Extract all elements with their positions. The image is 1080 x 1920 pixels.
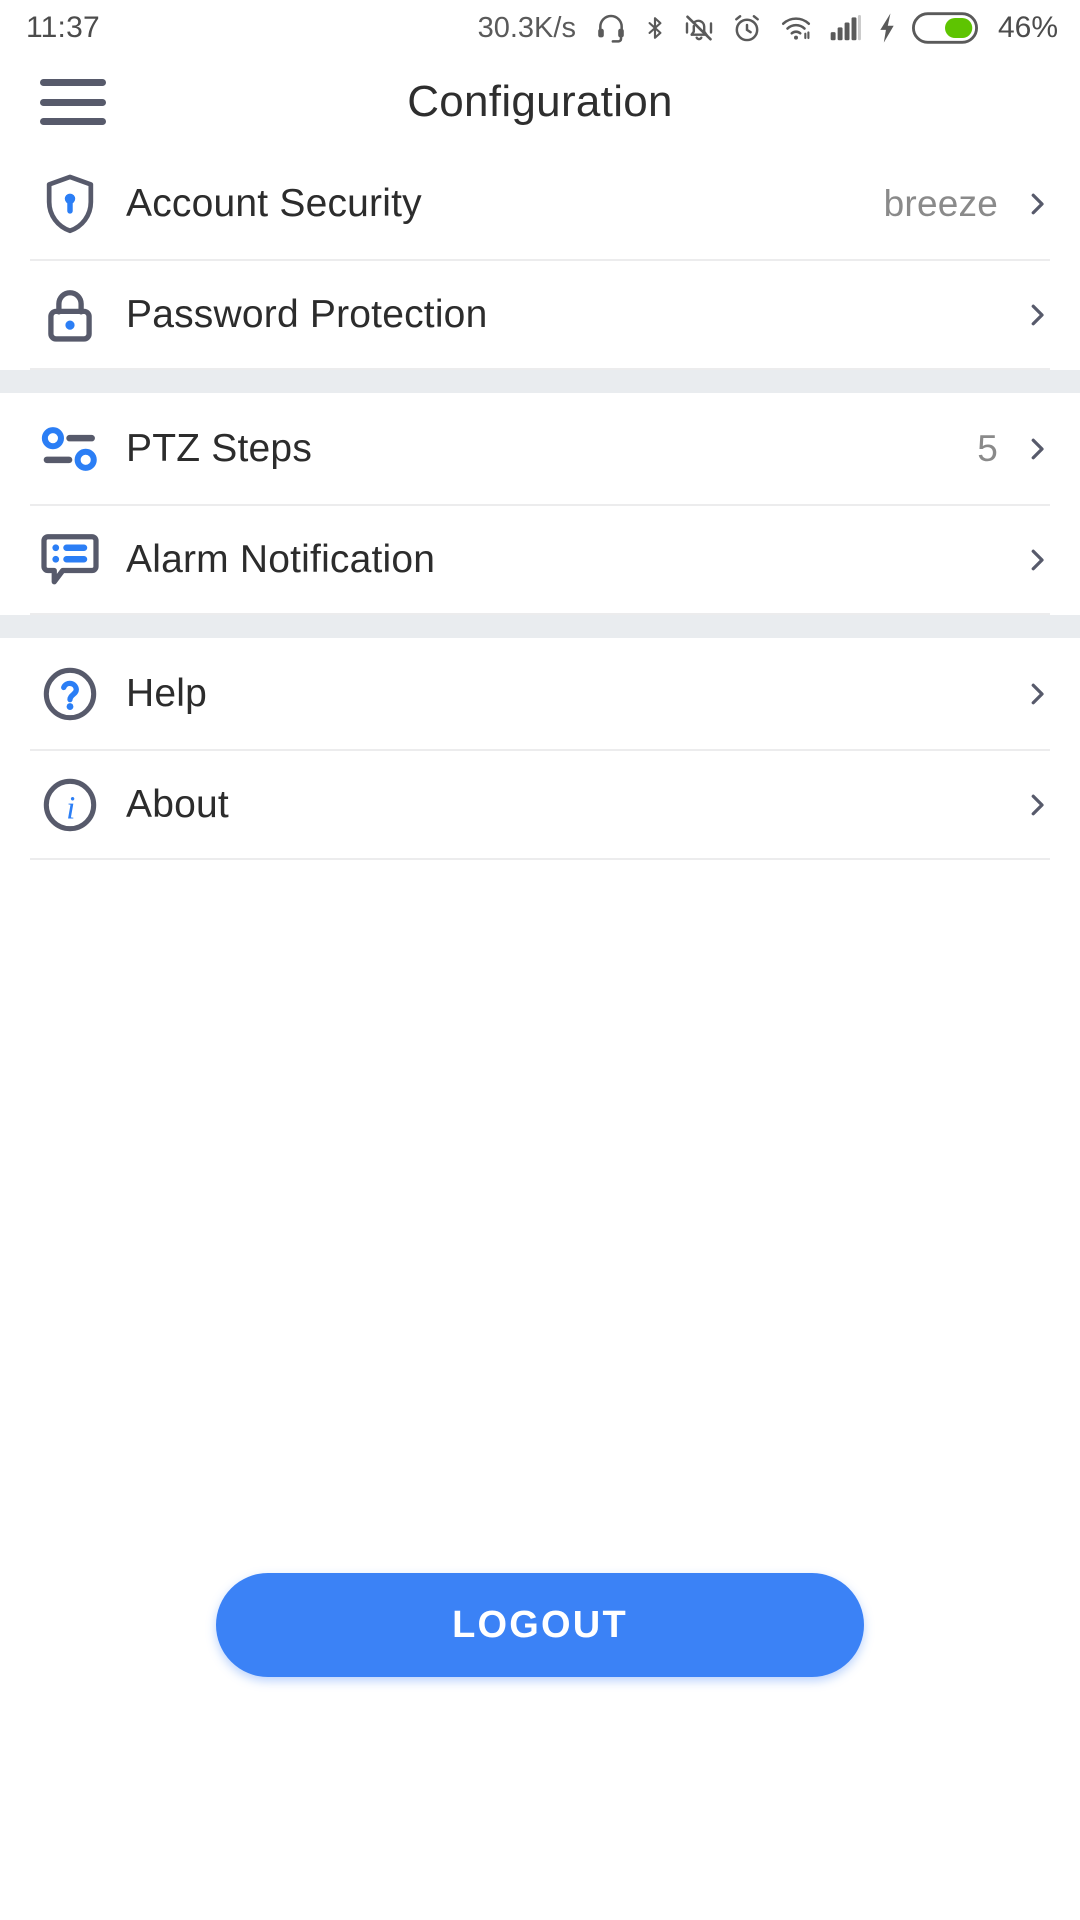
- status-bar: 11:37 30.3K/s 46%: [0, 0, 1080, 56]
- list-item-value-account-security: breeze: [883, 182, 998, 224]
- vibrate-off-icon: [682, 12, 716, 44]
- chevron-right-icon: [1020, 677, 1054, 711]
- settings-group-device: PTZ Steps 5 Alarm Notification: [0, 393, 1080, 615]
- status-bar-time: 11:37: [26, 11, 100, 44]
- hamburger-bar: [40, 98, 106, 106]
- chevron-right-icon: [1020, 543, 1054, 577]
- chevron-right-icon: [1020, 187, 1054, 221]
- battery-icon: [911, 12, 978, 44]
- cellular-signal-icon: [828, 13, 862, 43]
- alarm-clock-icon: [730, 12, 764, 45]
- list-item-help[interactable]: Help: [0, 638, 1080, 749]
- tune-sliders-icon: [38, 417, 102, 481]
- settings-group-info: Help i About: [0, 638, 1080, 860]
- svg-text:i: i: [66, 790, 75, 826]
- settings-group-account: Account Security breeze Password Protect…: [0, 148, 1080, 370]
- wifi-icon: [778, 12, 814, 44]
- network-speed-label: 30.3K/s: [477, 11, 576, 44]
- hamburger-menu-icon[interactable]: [40, 75, 106, 129]
- lock-icon: [38, 283, 102, 347]
- battery-percent-label: 46%: [997, 11, 1058, 44]
- list-item-password-protection[interactable]: Password Protection: [0, 259, 1080, 370]
- charging-bolt-icon: [876, 12, 898, 44]
- logout-button[interactable]: LOGOUT: [216, 1573, 864, 1677]
- page-title: Configuration: [407, 77, 673, 126]
- status-bar-icons: 30.3K/s 46%: [478, 11, 1058, 45]
- list-item-value-ptz-steps: 5: [977, 427, 998, 469]
- headset-icon: [594, 12, 628, 44]
- chevron-right-icon: [1020, 298, 1054, 332]
- section-separator: [0, 615, 1080, 638]
- info-circle-icon: i: [38, 773, 102, 837]
- hamburger-bar: [40, 118, 106, 125]
- list-item-label: About: [126, 782, 229, 826]
- hamburger-bar: [40, 79, 106, 86]
- list-item-label: Help: [126, 671, 208, 715]
- list-item-label: PTZ Steps: [126, 426, 313, 470]
- chevron-right-icon: [1020, 788, 1054, 822]
- list-item-label: Alarm Notification: [126, 537, 436, 581]
- list-item-label: Password Protection: [126, 292, 488, 336]
- list-item-ptz-steps[interactable]: PTZ Steps 5: [0, 393, 1080, 504]
- shield-key-icon: [38, 172, 102, 236]
- logout-area: LOGOUT: [0, 1573, 1080, 1677]
- app-header: Configuration: [0, 56, 1080, 148]
- bluetooth-icon: [642, 12, 668, 44]
- list-item-label: Account Security: [126, 181, 422, 225]
- chat-bubble-list-icon: [38, 528, 102, 592]
- chevron-right-icon: [1020, 432, 1054, 466]
- section-separator: [0, 370, 1080, 393]
- list-item-about[interactable]: i About: [0, 749, 1080, 860]
- help-circle-icon: [38, 662, 102, 726]
- list-item-alarm-notification[interactable]: Alarm Notification: [0, 504, 1080, 615]
- list-item-account-security[interactable]: Account Security breeze: [0, 148, 1080, 259]
